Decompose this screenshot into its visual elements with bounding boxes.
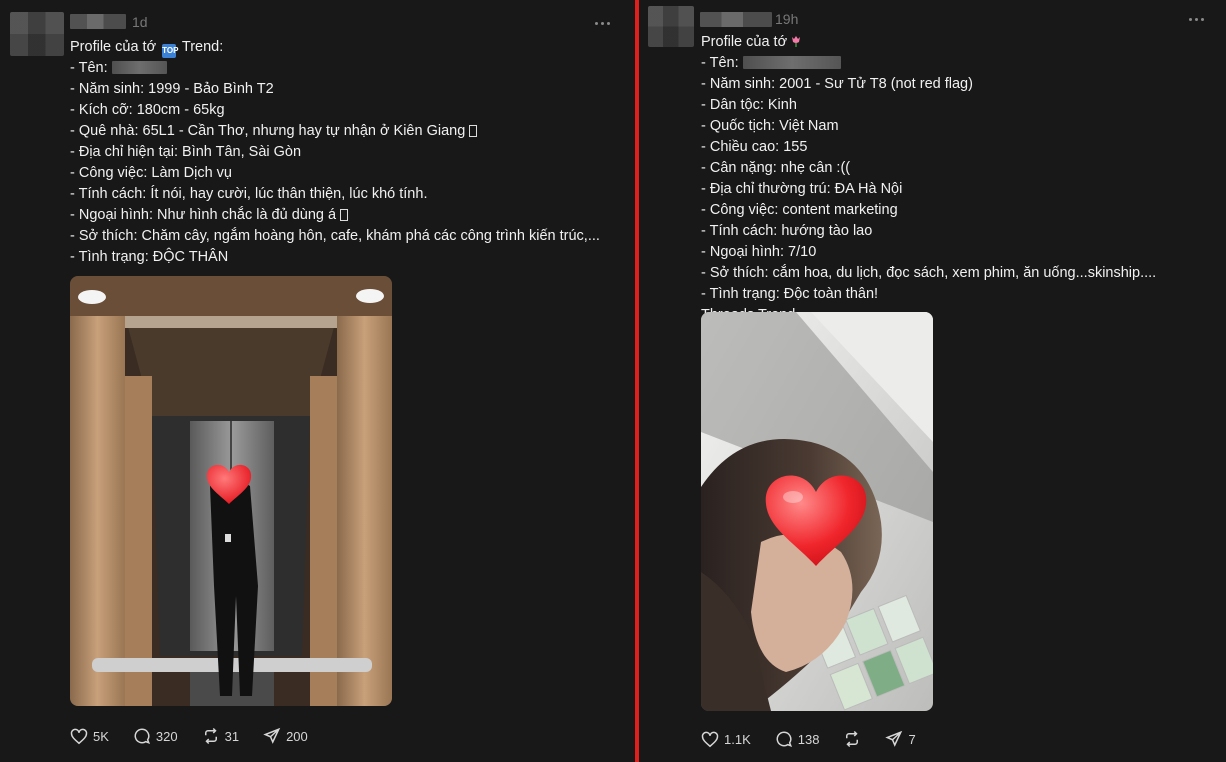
heart-icon (701, 731, 719, 747)
share-count: 200 (286, 728, 308, 744)
avatar[interactable] (10, 12, 64, 56)
post-line: - Cân nặng: nhẹ cân :(( (701, 160, 851, 176)
more-options-button[interactable] (593, 18, 611, 28)
post-line-appearance: - Ngoại hình: Như hình chắc là đủ dùng á (70, 205, 600, 226)
right-thread-post: 19h Profile của tớ - Tên: - Năm sinh: 20… (639, 0, 1226, 762)
post-actions: 1.1K 138 7 (701, 730, 940, 748)
post-line: - Địa chỉ hiện tại: Bình Tân, Sài Gòn (70, 144, 302, 160)
post-title-line: Profile của tớ (701, 32, 1156, 53)
top-emoji-icon: TOP (162, 44, 178, 58)
share-button[interactable]: 200 (263, 727, 308, 745)
repost-count: 31 (224, 728, 240, 744)
post-line-name: - Tên: (701, 53, 1156, 74)
post-body: Profile của tớ - Tên: - Năm sinh: 2001 -… (701, 32, 1156, 326)
selfie-photo[interactable] (701, 312, 933, 711)
post-line: - Tình trạng: Độc toàn thân! (701, 286, 879, 302)
post-line: - Quốc tịch: Việt Nam (701, 118, 839, 134)
repost-button[interactable]: 31 (202, 727, 239, 745)
repost-icon (846, 730, 859, 748)
post-line: - Ngoại hình: 7/10 (701, 244, 817, 260)
comment-count: 138 (797, 731, 820, 747)
more-options-button[interactable] (1187, 14, 1205, 24)
post-line: - Năm sinh: 2001 - Sư Tử T8 (not red fla… (701, 76, 973, 92)
post-body: Profile của tớ TOP Trend: - Tên: - Năm s… (70, 37, 600, 268)
username-redacted[interactable] (700, 12, 772, 27)
share-count: 7 (908, 731, 916, 747)
post-line: - Sở thích: Chăm cây, ngắm hoàng hôn, ca… (70, 228, 600, 244)
post-line: - Tình trạng: ĐỘC THÂN (70, 249, 229, 265)
heart-icon (70, 728, 88, 744)
post-actions: 5K 320 31 200 (70, 727, 332, 745)
post-line: - Dân tộc: Kinh (701, 97, 797, 113)
left-thread-post: 1d Profile của tớ TOP Trend: - Tên: - Nă… (0, 0, 635, 762)
comment-button[interactable]: 320 (133, 727, 178, 745)
like-count: 5K (93, 728, 109, 744)
post-line: - Công việc: content marketing (701, 202, 898, 218)
avatar[interactable] (648, 6, 694, 47)
post-line: - Kích cỡ: 180cm - 65kg (70, 102, 225, 118)
photo-image (70, 276, 392, 706)
comment-button[interactable]: 138 (775, 730, 820, 748)
post-line: - Địa chỉ thường trú: ĐA Hà Nội (701, 181, 903, 197)
like-button[interactable]: 5K (70, 728, 109, 745)
comment-count: 320 (155, 728, 178, 744)
missing-glyph-icon (469, 125, 478, 137)
repost-icon (204, 727, 217, 745)
elevator-selfie-photo[interactable] (70, 276, 392, 706)
post-line: - Công việc: Làm Dịch vụ (70, 165, 232, 181)
post-timestamp: 19h (775, 11, 799, 27)
username-redacted[interactable] (70, 14, 126, 29)
post-line: - Chiều cao: 155 (701, 139, 808, 155)
comment-icon (776, 731, 792, 748)
repost-button[interactable] (843, 730, 861, 748)
post-line: - Tính cách: Ít nói, hay cười, lúc thân … (70, 186, 428, 202)
post-line-name: - Tên: (70, 58, 600, 79)
post-line: - Năm sinh: 1999 - Bảo Bình T2 (70, 81, 274, 97)
post-title-line: Profile của tớ TOP Trend: (70, 37, 600, 58)
post-line-hometown: - Quê nhà: 65L1 - Cần Thơ, nhưng hay tự … (70, 121, 600, 142)
post-line: - Tính cách: hướng tào lao (701, 223, 873, 239)
comment-icon (134, 728, 150, 745)
photo-image (701, 312, 933, 711)
post-timestamp: 1d (132, 14, 148, 30)
like-count: 1.1K (724, 731, 751, 747)
name-redacted (742, 56, 841, 69)
tulip-icon (792, 36, 801, 47)
send-icon (885, 730, 903, 747)
like-button[interactable]: 1.1K (701, 731, 751, 748)
send-icon (263, 727, 281, 744)
missing-glyph-icon (340, 209, 349, 221)
name-redacted (111, 61, 167, 74)
share-button[interactable]: 7 (885, 730, 916, 748)
post-line: - Sở thích: cắm hoa, du lịch, đọc sách, … (701, 265, 1157, 281)
